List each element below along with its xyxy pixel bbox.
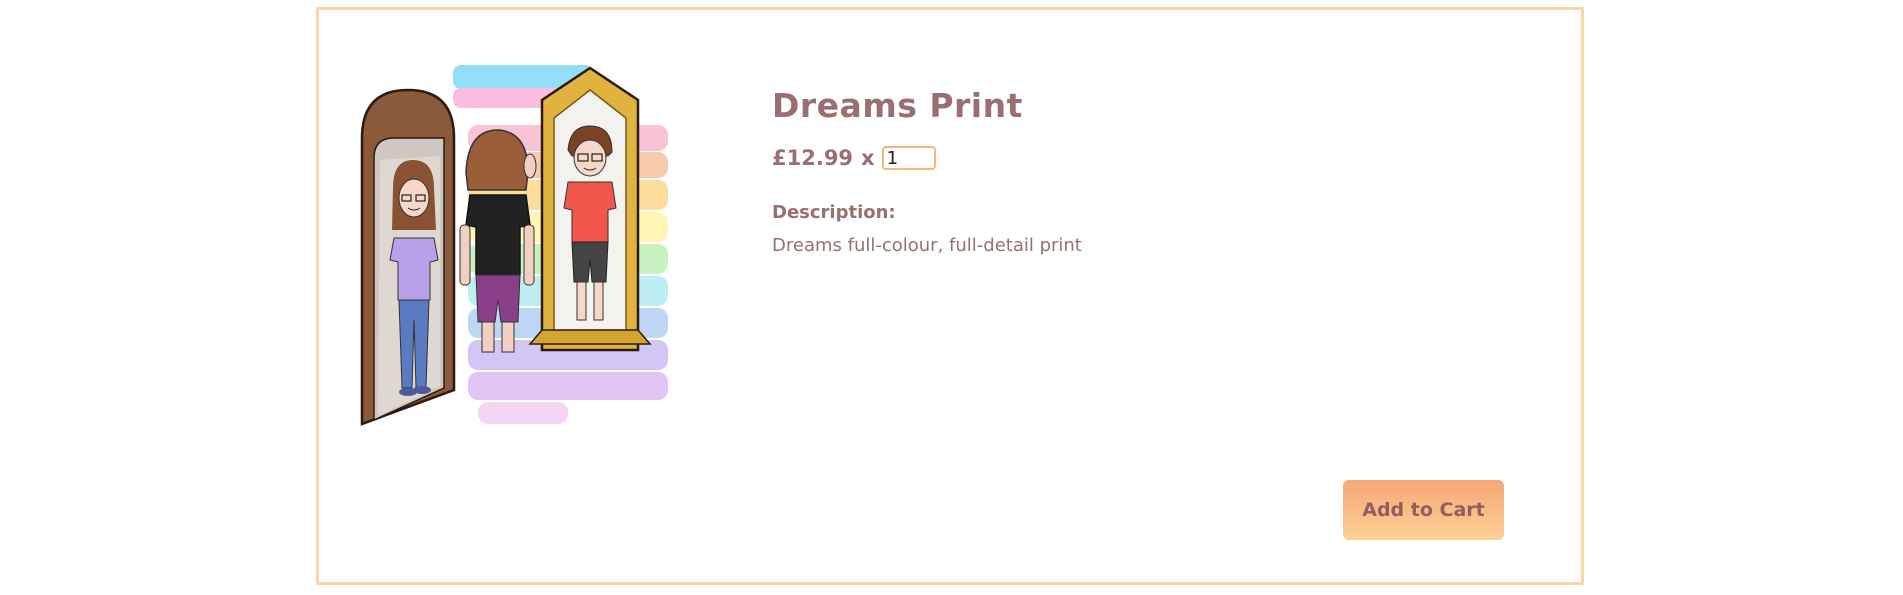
- product-image: [360, 65, 668, 426]
- description-label: Description:: [772, 202, 896, 223]
- product-details: Dreams Print £12.99 x Description: Dream…: [772, 86, 1082, 256]
- description-text: Dreams full-colour, full-detail print: [772, 235, 1082, 256]
- product-price: £12.99: [772, 146, 854, 170]
- quantity-input[interactable]: [881, 146, 936, 170]
- product-title: Dreams Print: [772, 86, 1023, 125]
- price-row: £12.99 x: [772, 146, 1082, 170]
- add-to-cart-button[interactable]: Add to Cart: [1343, 480, 1504, 540]
- quantity-multiplier: x: [861, 146, 875, 170]
